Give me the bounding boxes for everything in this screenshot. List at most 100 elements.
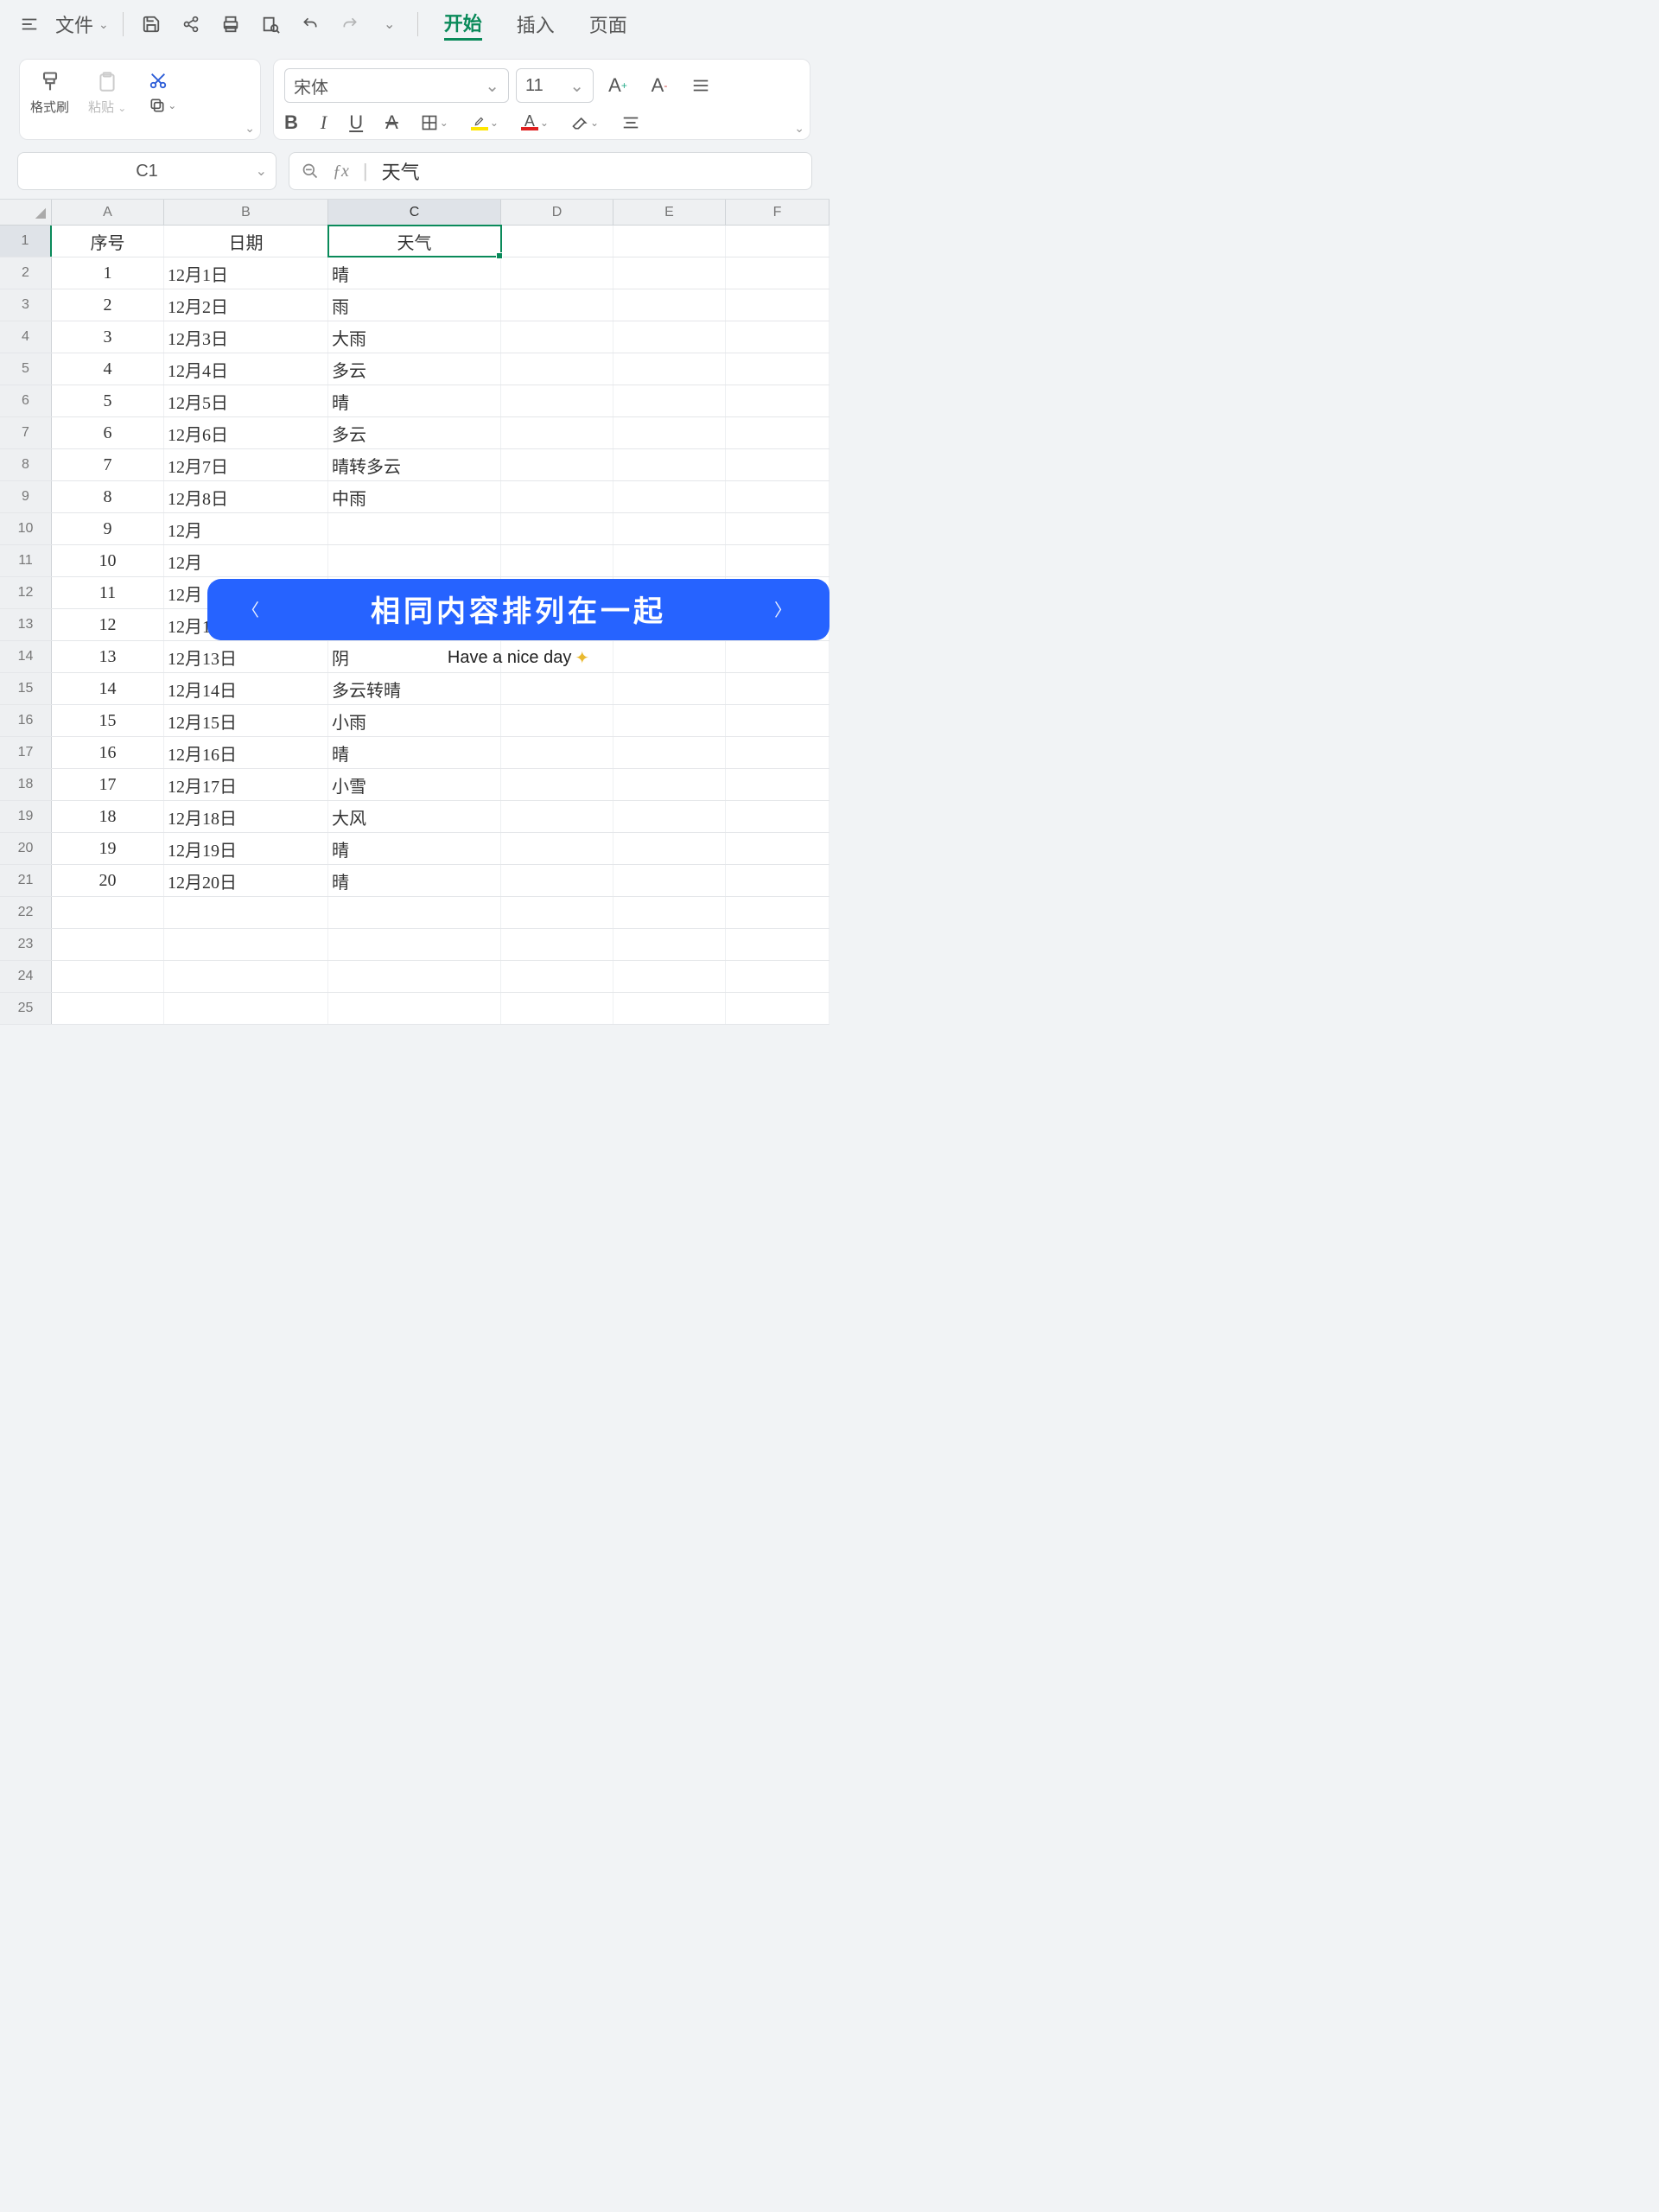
cell[interactable] xyxy=(726,737,830,768)
cell[interactable]: 多云 xyxy=(328,353,501,385)
cut-button[interactable] xyxy=(149,71,176,90)
cell[interactable] xyxy=(501,961,613,992)
cell[interactable]: 晴 xyxy=(328,737,501,768)
align-button[interactable] xyxy=(683,68,718,103)
more-dropdown-icon[interactable]: ⌄ xyxy=(372,7,407,41)
row-header[interactable]: 18 xyxy=(0,769,52,800)
cell[interactable]: 2 xyxy=(52,289,164,321)
cell[interactable] xyxy=(164,993,328,1024)
zoom-out-icon[interactable] xyxy=(302,162,319,180)
cell[interactable] xyxy=(501,257,613,289)
cell[interactable] xyxy=(726,833,830,864)
cell[interactable]: 12月7日 xyxy=(164,449,328,480)
format-painter-button[interactable]: 格式刷 xyxy=(30,68,69,116)
share-icon[interactable] xyxy=(174,7,208,41)
cell[interactable] xyxy=(52,993,164,1024)
row-header[interactable]: 6 xyxy=(0,385,52,416)
panel-launcher-icon[interactable]: ⌄ xyxy=(245,121,255,136)
row-header[interactable]: 21 xyxy=(0,865,52,896)
cell[interactable] xyxy=(613,929,726,960)
col-header-C[interactable]: C xyxy=(328,200,501,225)
cell[interactable] xyxy=(501,705,613,736)
cell[interactable]: 12月3日 xyxy=(164,321,328,353)
cell[interactable] xyxy=(726,289,830,321)
cell[interactable]: 13 xyxy=(52,641,164,672)
cell[interactable] xyxy=(52,961,164,992)
cell[interactable] xyxy=(726,769,830,800)
align2-button[interactable] xyxy=(621,113,640,132)
row-header[interactable]: 11 xyxy=(0,545,52,576)
tab-page[interactable]: 页面 xyxy=(589,10,627,38)
grow-font-button[interactable]: A+ xyxy=(601,68,635,103)
cell[interactable] xyxy=(613,385,726,416)
cell[interactable]: 12月15日 xyxy=(164,705,328,736)
cell[interactable] xyxy=(501,897,613,928)
cell[interactable] xyxy=(613,289,726,321)
row-header[interactable]: 25 xyxy=(0,993,52,1024)
cell[interactable] xyxy=(613,481,726,512)
cell[interactable]: 12 xyxy=(52,609,164,640)
cell[interactable] xyxy=(501,545,613,576)
row-header[interactable]: 24 xyxy=(0,961,52,992)
cell[interactable] xyxy=(501,833,613,864)
row-header[interactable]: 1 xyxy=(0,226,52,257)
cell[interactable] xyxy=(613,769,726,800)
cell[interactable] xyxy=(501,353,613,385)
eraser-button[interactable]: ⌄ xyxy=(571,114,599,131)
cell[interactable] xyxy=(613,705,726,736)
name-box[interactable]: C1 ⌄ xyxy=(17,152,276,190)
cell[interactable]: 1 xyxy=(52,257,164,289)
cell[interactable]: 9 xyxy=(52,513,164,544)
cell[interactable]: 晴 xyxy=(328,865,501,896)
cell[interactable] xyxy=(613,353,726,385)
row-header[interactable]: 19 xyxy=(0,801,52,832)
cell[interactable] xyxy=(726,417,830,448)
menu-icon[interactable] xyxy=(12,7,47,41)
cell[interactable] xyxy=(501,449,613,480)
cell[interactable] xyxy=(501,769,613,800)
cell[interactable] xyxy=(613,545,726,576)
cell[interactable] xyxy=(726,705,830,736)
cell[interactable]: 12月16日 xyxy=(164,737,328,768)
cell[interactable] xyxy=(501,801,613,832)
cell[interactable]: 20 xyxy=(52,865,164,896)
bold-button[interactable]: B xyxy=(284,111,298,134)
cell[interactable] xyxy=(726,226,830,257)
cell[interactable] xyxy=(613,833,726,864)
cell[interactable]: 12月6日 xyxy=(164,417,328,448)
cell[interactable]: 大雨 xyxy=(328,321,501,353)
cell[interactable] xyxy=(501,513,613,544)
cell[interactable] xyxy=(501,929,613,960)
cell[interactable]: 雨 xyxy=(328,289,501,321)
cell[interactable] xyxy=(501,417,613,448)
cell[interactable]: 日期 xyxy=(164,226,328,257)
cell[interactable] xyxy=(328,897,501,928)
row-header[interactable]: 13 xyxy=(0,609,52,640)
cell[interactable]: 小雪 xyxy=(328,769,501,800)
cell[interactable] xyxy=(613,417,726,448)
tab-start[interactable]: 开始 xyxy=(444,9,482,41)
cell[interactable] xyxy=(726,481,830,512)
cell[interactable]: 8 xyxy=(52,481,164,512)
cell[interactable]: 4 xyxy=(52,353,164,385)
cell[interactable] xyxy=(501,321,613,353)
cell[interactable]: 12月4日 xyxy=(164,353,328,385)
cell[interactable] xyxy=(613,737,726,768)
col-header-D[interactable]: D xyxy=(501,200,613,225)
cell[interactable]: 12月19日 xyxy=(164,833,328,864)
cell[interactable]: 12月 xyxy=(164,513,328,544)
cell[interactable] xyxy=(501,993,613,1024)
col-header-B[interactable]: B xyxy=(164,200,328,225)
cell[interactable] xyxy=(726,993,830,1024)
row-header[interactable]: 3 xyxy=(0,289,52,321)
save-icon[interactable] xyxy=(134,7,168,41)
cell[interactable] xyxy=(613,865,726,896)
cell[interactable]: 3 xyxy=(52,321,164,353)
cell[interactable] xyxy=(613,449,726,480)
cell[interactable]: 18 xyxy=(52,801,164,832)
row-header[interactable]: 5 xyxy=(0,353,52,385)
cell[interactable]: 19 xyxy=(52,833,164,864)
cell[interactable]: 晴转多云 xyxy=(328,449,501,480)
cell[interactable] xyxy=(501,737,613,768)
cell[interactable]: 12月8日 xyxy=(164,481,328,512)
